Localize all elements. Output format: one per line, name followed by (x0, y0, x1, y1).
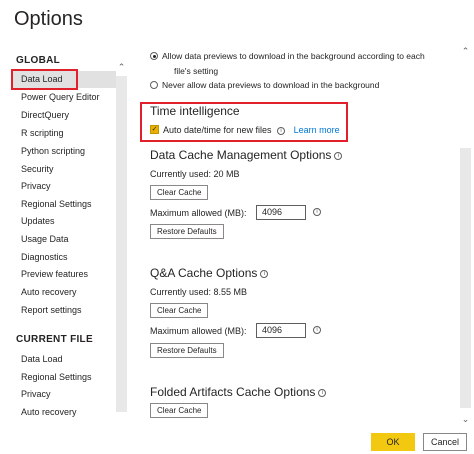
sidebar-item-current-data-load[interactable]: Data Load (12, 351, 116, 368)
sidebar-item-r-scripting[interactable]: R scripting (12, 125, 116, 142)
cancel-button[interactable]: Cancel (423, 433, 467, 451)
content-scroll-thumb[interactable] (460, 148, 471, 408)
data-cache-title: Data Cache Management Options i (150, 148, 343, 162)
data-cache-max-input[interactable]: 4096 (256, 205, 306, 220)
global-heading: GLOBAL (16, 55, 61, 66)
info-icon[interactable]: i (318, 388, 327, 397)
qa-cache-restore-button[interactable]: Restore Defaults (150, 343, 224, 358)
qa-cache-max-input[interactable]: 4096 (256, 323, 306, 338)
data-cache-restore-button[interactable]: Restore Defaults (150, 224, 224, 239)
window-title: Options (14, 8, 83, 30)
scroll-down-icon[interactable]: ⌄ (460, 414, 471, 424)
sidebar-item-usage-data[interactable]: Usage Data (12, 231, 116, 248)
sidebar-item-report-settings[interactable]: Report settings (12, 302, 116, 319)
scroll-up-icon[interactable]: ⌃ (460, 46, 471, 56)
sidebar-item-updates[interactable]: Updates (12, 213, 116, 230)
folded-cache-clear-button[interactable]: Clear Cache (150, 403, 209, 418)
qa-cache-title: Q&A Cache Options i (150, 266, 269, 280)
time-intelligence-highlight (140, 102, 348, 142)
content-scrollbar[interactable]: ⌃ ⌄ (460, 44, 471, 428)
qa-cache-max-label: Maximum allowed (MB): (150, 326, 247, 336)
info-icon[interactable]: i (313, 326, 321, 334)
preview-option-background-setting[interactable]: Allow data previews to download in the b… (150, 51, 425, 61)
sidebar-item-auto-recovery[interactable]: Auto recovery (12, 284, 116, 301)
sidebar-scrollbar[interactable]: ⌃ (116, 58, 127, 428)
sidebar-item-regional-settings[interactable]: Regional Settings (12, 196, 116, 213)
data-cache-usage: Currently used: 20 MB (150, 169, 240, 179)
sidebar-scroll-thumb[interactable] (116, 76, 127, 412)
info-icon[interactable]: i (260, 269, 269, 278)
radio-checked-icon[interactable] (150, 52, 158, 60)
sidebar-item-preview-features[interactable]: Preview features (12, 266, 116, 283)
sidebar-item-current-auto-recovery[interactable]: Auto recovery (12, 404, 116, 421)
sidebar-item-diagnostics[interactable]: Diagnostics (12, 249, 116, 266)
ok-button[interactable]: OK (371, 433, 415, 451)
sidebar-selection-highlight (11, 69, 78, 90)
preview-option-continuation: file's setting (174, 66, 219, 76)
sidebar-item-python-scripting[interactable]: Python scripting (12, 143, 116, 160)
sidebar-item-power-query-editor[interactable]: Power Query Editor (12, 89, 116, 106)
current-file-heading: CURRENT FILE (16, 334, 93, 345)
sidebar-item-security[interactable]: Security (12, 161, 116, 178)
sidebar-item-current-regional-settings[interactable]: Regional Settings (12, 369, 116, 386)
sidebar-item-current-privacy[interactable]: Privacy (12, 386, 116, 403)
options-sidebar: GLOBAL Data Load Power Query Editor Dire… (0, 44, 130, 428)
sidebar-item-privacy[interactable]: Privacy (12, 178, 116, 195)
data-cache-max-label: Maximum allowed (MB): (150, 208, 247, 218)
info-icon[interactable]: i (334, 151, 343, 160)
info-icon[interactable]: i (313, 208, 321, 216)
folded-cache-title: Folded Artifacts Cache Options i (150, 385, 327, 399)
data-cache-clear-button[interactable]: Clear Cache (150, 185, 209, 200)
preview-option-never[interactable]: Never allow data previews to download in… (150, 80, 379, 90)
qa-cache-clear-button[interactable]: Clear Cache (150, 303, 209, 318)
radio-unchecked-icon[interactable] (150, 81, 158, 89)
scroll-up-icon[interactable]: ⌃ (116, 62, 127, 72)
qa-cache-usage: Currently used: 8.55 MB (150, 287, 248, 297)
sidebar-item-directquery[interactable]: DirectQuery (12, 107, 116, 124)
